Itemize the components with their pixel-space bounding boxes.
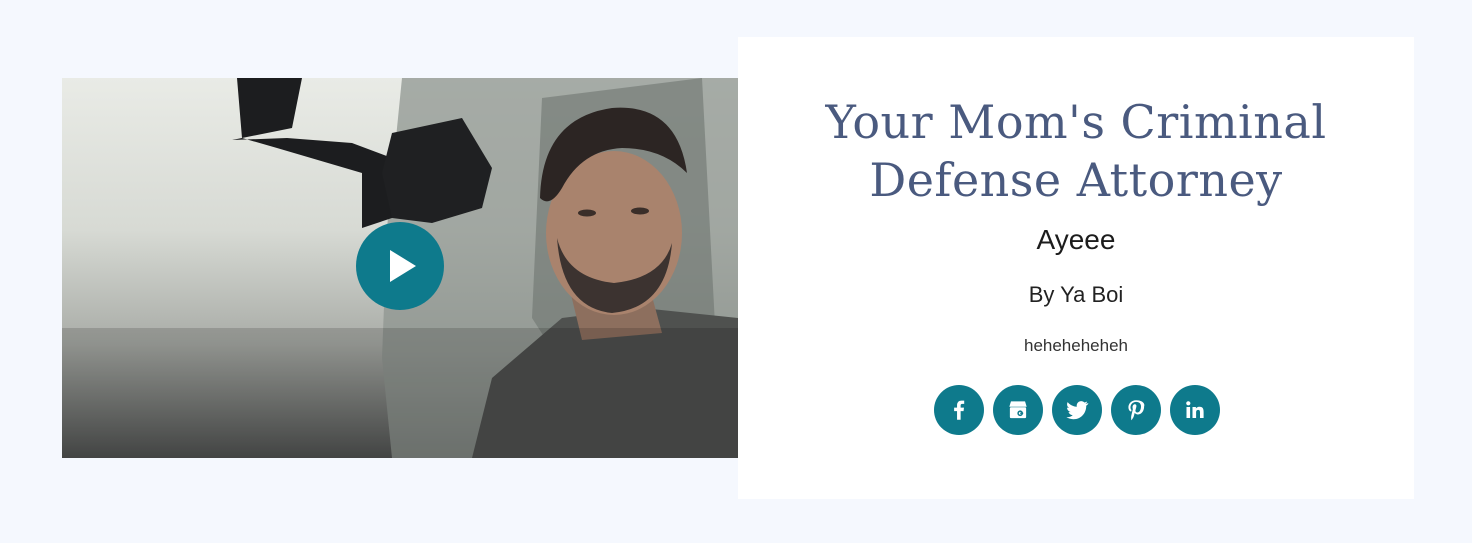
title-line-2: Defense Attorney [869,153,1283,207]
video-player[interactable] [62,78,738,458]
blurb-text: heheheheheh [1023,336,1128,355]
twitter-icon [1066,401,1089,420]
pinterest-share-button[interactable] [1111,385,1161,435]
facebook-icon [954,400,965,420]
byline: By Ya Boi [1028,282,1124,307]
google-my-business-icon [1009,401,1027,419]
linkedin-icon [1186,401,1204,418]
linkedin-share-button[interactable] [1170,385,1220,435]
google-business-share-button[interactable] [993,385,1043,435]
title-line-1: Your Mom's Criminal [825,95,1327,149]
social-share-bar [934,385,1220,435]
play-button[interactable] [356,222,444,310]
subtitle: Ayeee [1036,224,1116,255]
twitter-share-button[interactable] [1052,385,1102,435]
facebook-share-button[interactable] [934,385,984,435]
article-card: Your Mom's Criminal Defense Attorney Aye… [738,37,1414,499]
play-icon [390,250,416,282]
page-title: Your Mom's Criminal Defense Attorney [738,93,1414,209]
pinterest-icon [1128,400,1145,421]
